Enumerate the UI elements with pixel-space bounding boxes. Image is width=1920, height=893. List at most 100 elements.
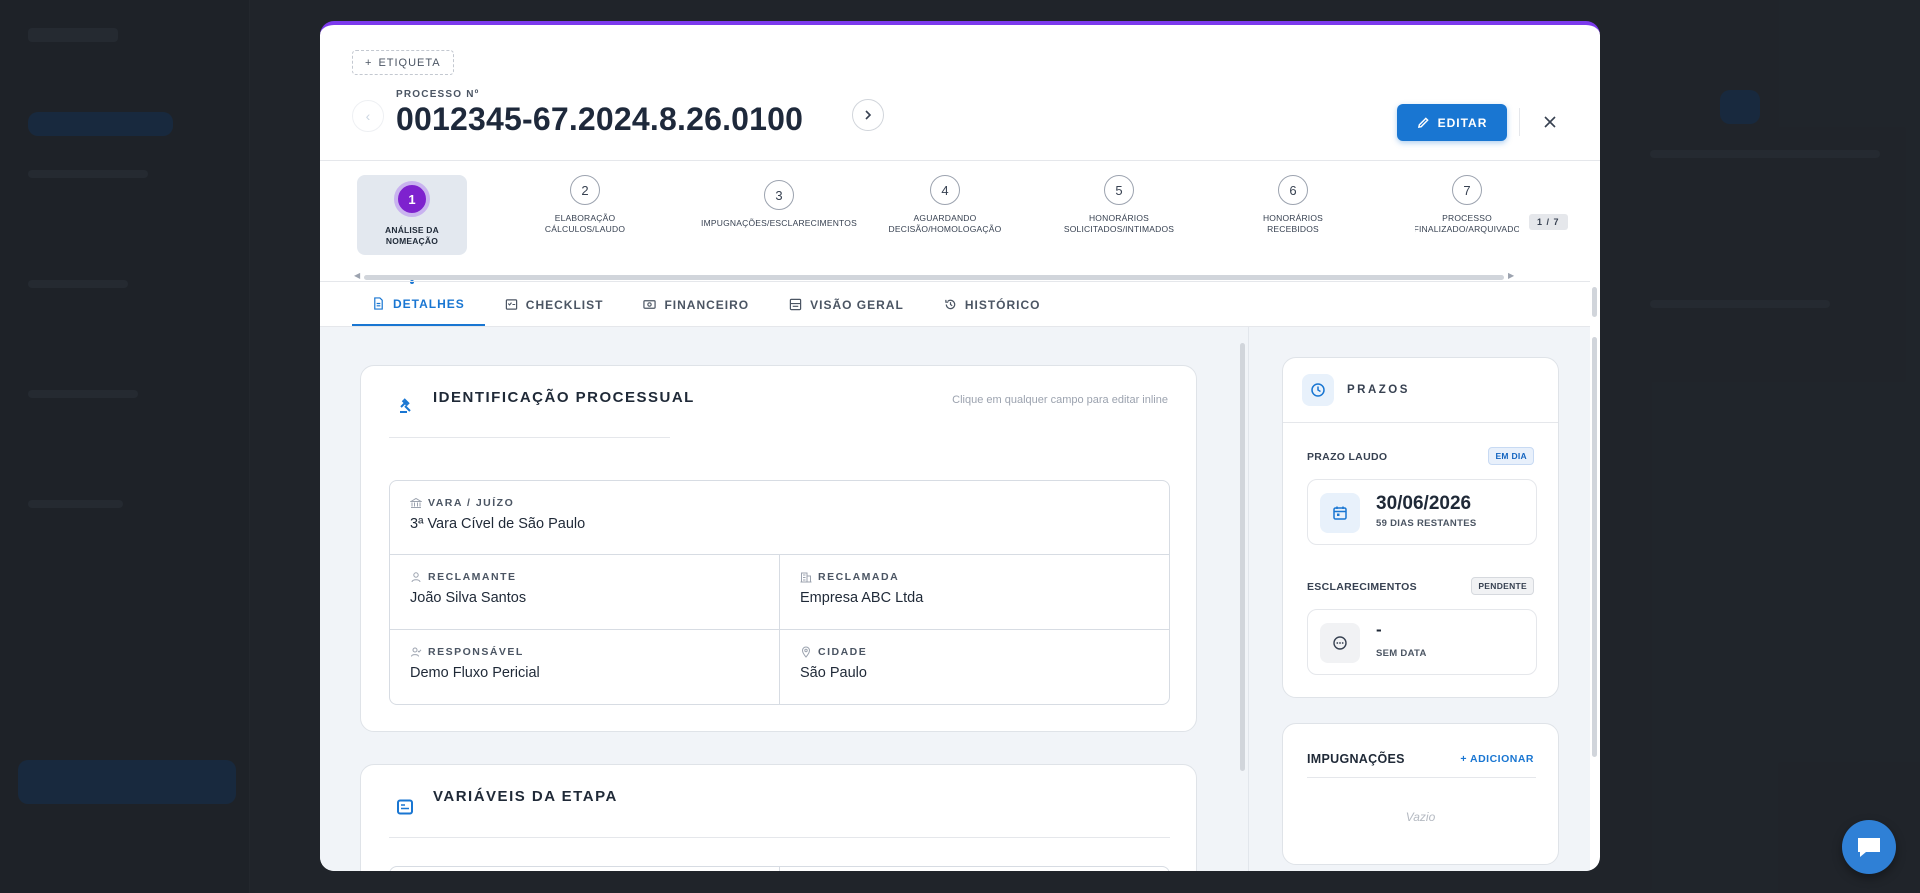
next-process-button[interactable] <box>852 99 884 131</box>
empty-state: Vazio <box>1405 810 1436 824</box>
step-label-line: IMPUGNAÇÕES/ESCLARECIMENTOS <box>701 218 857 228</box>
document-icon <box>374 297 383 310</box>
side-scrollbar-top[interactable] <box>1592 287 1597 317</box>
overview-icon <box>789 298 802 311</box>
step-label-line: SOLICITADOS/INTIMADOS <box>1063 224 1175 234</box>
tab-label: DETALHES <box>393 296 465 311</box>
status-badge: PENDENTE <box>1471 577 1534 595</box>
step-number: 2 <box>570 175 600 205</box>
previous-process-button[interactable]: ‹ <box>352 100 384 132</box>
close-icon <box>1544 116 1556 128</box>
step-label-line: AGUARDANDO <box>913 213 977 223</box>
chevron-right-icon <box>865 110 872 120</box>
close-modal-button[interactable] <box>1538 110 1562 134</box>
step-label: HONORÁRIOS SOLICITADOS/INTIMADOS <box>1064 213 1174 235</box>
chat-bubble-icon <box>1858 838 1880 857</box>
stepper-scrollbar[interactable] <box>364 275 1504 280</box>
pencil-icon <box>1417 117 1429 129</box>
step-label-line: ELABORAÇÃO <box>554 213 616 223</box>
laudo-deadline-box[interactable]: 30/06/2026 59 DIAS RESTANTES <box>1307 479 1537 545</box>
step-2[interactable]: 2 ELABORAÇÃO CÁLCULOS/LAUDO <box>530 175 640 235</box>
edit-button-label: EDITAR <box>1437 115 1488 130</box>
step-number: 3 <box>764 180 794 210</box>
deadlines-title: PRAZOS <box>1347 384 1410 396</box>
history-icon <box>945 299 956 310</box>
step-number: 7 <box>1452 175 1482 205</box>
more-circle-icon <box>1320 623 1360 663</box>
step-6[interactable]: 6 HONORÁRIOS RECEBIDOS <box>1248 175 1338 235</box>
step-label: ANÁLISE DA NOMEAÇÃO <box>385 225 439 247</box>
checklist-icon <box>505 299 517 310</box>
grid-line <box>779 867 780 871</box>
step-4[interactable]: 4 AGUARDANDO DECISÃO/HOMOLOGAÇÃO <box>880 175 1010 235</box>
clarifications-label: ESCLARECIMENTOS <box>1307 581 1417 593</box>
plus-icon: + <box>1460 753 1470 765</box>
tab-label: FINANCEIRO <box>664 297 750 312</box>
tab-label: CHECKLIST <box>525 297 604 312</box>
clock-icon <box>1302 374 1334 406</box>
scroll-right-icon[interactable]: ▶ <box>1508 271 1514 280</box>
clarifications-date: - <box>1376 620 1382 639</box>
process-number: 0012345-67.2024.8.26.0100 <box>396 101 804 137</box>
step-label-line: HONORÁRIOS <box>1262 213 1324 223</box>
deadlines-header: PRAZOS <box>1283 358 1558 423</box>
tab-financeiro[interactable]: FINANCEIRO <box>623 283 769 326</box>
step-counter: 1 / 7 <box>1529 214 1568 230</box>
calendar-icon <box>1320 493 1360 533</box>
step-label: ELABORAÇÃO CÁLCULOS/LAUDO <box>545 213 625 235</box>
side-scrollbar[interactable] <box>1592 337 1597 757</box>
step-label-line: HONORÁRIOS <box>1088 213 1150 223</box>
chevron-left-icon: ‹ <box>365 108 371 124</box>
objections-divider <box>1307 777 1536 778</box>
tabs-top-divider <box>320 281 1590 282</box>
laudo-deadline-label: PRAZO LAUDO <box>1307 451 1388 463</box>
tab-visao-geral[interactable]: VISÃO GERAL <box>769 283 924 326</box>
step-label-line: DECISÃO/HOMOLOGAÇÃO <box>888 224 1002 234</box>
variables-grid <box>389 866 1170 871</box>
step-number: 6 <box>1278 175 1308 205</box>
deadlines-card: PRAZOS PRAZO LAUDO EM DIA 30/06/2026 59 … <box>1282 357 1559 698</box>
tab-detalhes[interactable]: DETALHES <box>352 283 485 326</box>
stage-variables-card: VARIÁVEIS DA ETAPA <box>360 764 1197 871</box>
step-1[interactable]: 1 ANÁLISE DA NOMEAÇÃO <box>357 175 467 255</box>
step-7[interactable]: 7 PROCESSO FINALIZADO/ARQUIVADO <box>1415 175 1519 235</box>
step-label-line: RECEBIDOS <box>1267 224 1319 234</box>
main-scroll-viewport: VARIÁVEIS DA ETAPA <box>320 323 1250 871</box>
step-3[interactable]: 3 IMPUGNAÇÕES/ESCLARECIMENTOS <box>701 180 857 229</box>
step-5[interactable]: 5 HONORÁRIOS SOLICITADOS/INTIMADOS <box>1054 175 1184 235</box>
step-label-line: CÁLCULOS/LAUDO <box>544 224 626 234</box>
step-label-line: FINALIZADO/ARQUIVADO <box>1415 224 1519 234</box>
step-label-line: NOMEAÇÃO <box>385 236 439 246</box>
scroll-left-icon[interactable]: ◀ <box>354 271 360 280</box>
tab-historico[interactable]: HISTÓRICO <box>924 283 1061 326</box>
clarifications-deadline-box[interactable]: - SEM DATA <box>1307 609 1537 675</box>
status-badge: EM DIA <box>1488 447 1534 465</box>
money-icon <box>643 300 657 309</box>
tab-label: HISTÓRICO <box>964 297 1041 312</box>
add-tag-label: ETIQUETA <box>378 56 441 69</box>
clarifications-no-date: SEM DATA <box>1376 648 1427 659</box>
header-divider <box>1519 108 1520 136</box>
variables-icon <box>397 799 413 815</box>
chat-button[interactable] <box>1842 820 1896 874</box>
title-underline <box>389 837 1170 838</box>
step-label: PROCESSO FINALIZADO/ARQUIVADO <box>1415 213 1519 235</box>
objections-title: IMPUGNAÇÕES <box>1307 752 1405 766</box>
plus-icon: + <box>365 56 373 69</box>
step-number: 5 <box>1104 175 1134 205</box>
objections-card: IMPUGNAÇÕES + ADICIONAR Vazio <box>1282 723 1559 865</box>
add-tag-button[interactable]: + ETIQUETA <box>352 50 454 75</box>
process-label: PROCESSO Nº <box>396 89 480 100</box>
laudo-days-remaining: 59 DIAS RESTANTES <box>1376 518 1477 529</box>
step-label-line: ANÁLISE DA <box>385 225 439 235</box>
step-label: AGUARDANDO DECISÃO/HOMOLOGAÇÃO <box>889 213 1002 235</box>
add-objection-button[interactable]: + ADICIONAR <box>1460 753 1534 765</box>
tab-label: VISÃO GERAL <box>810 297 904 312</box>
step-label: HONORÁRIOS RECEBIDOS <box>1263 213 1323 235</box>
edit-button[interactable]: EDITAR <box>1397 104 1507 141</box>
tab-bar: DETALHES CHECKLIST FINANCEIRO VISÃO GERA… <box>352 283 1060 326</box>
step-label: IMPUGNAÇÕES/ESCLARECIMENTOS <box>701 218 857 229</box>
laudo-deadline-date: 30/06/2026 <box>1376 493 1472 514</box>
step-number: 4 <box>930 175 960 205</box>
tab-checklist[interactable]: CHECKLIST <box>485 283 624 326</box>
